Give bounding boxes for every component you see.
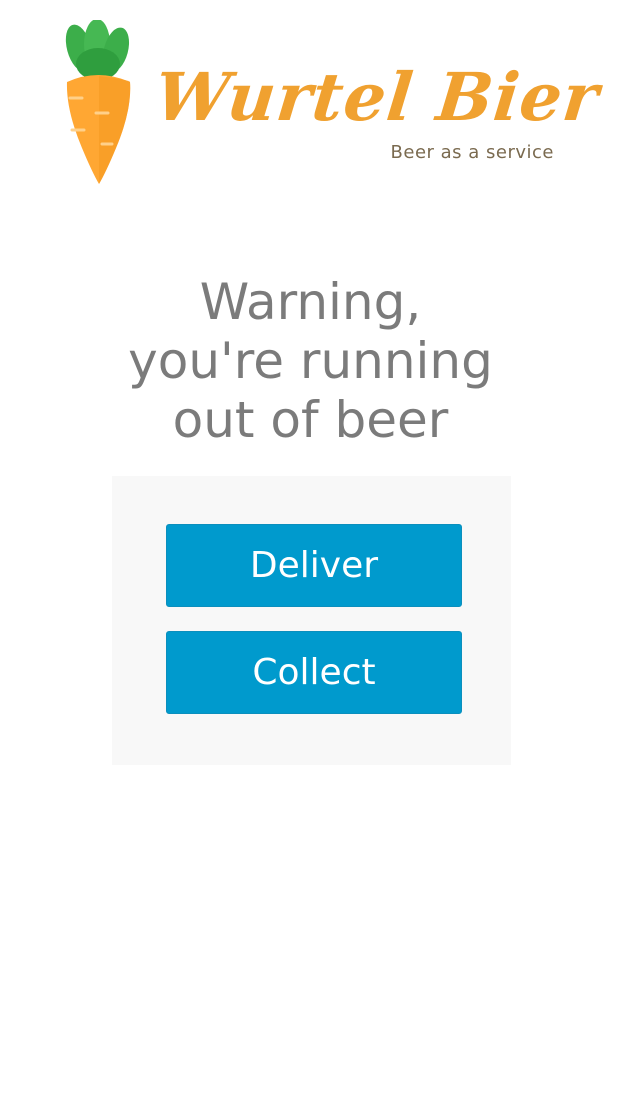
warning-line: you're running — [128, 332, 493, 390]
brand-tagline: Beer as a service — [390, 142, 554, 163]
brand-logo: Wurtel Bier Beer as a service — [60, 18, 603, 190]
warning-line: Warning, — [199, 273, 422, 331]
carrot-icon — [65, 20, 131, 184]
action-panel: Deliver Collect — [112, 476, 511, 765]
warning-line: out of beer — [172, 391, 449, 449]
warning-message: Warning, you're running out of beer — [0, 273, 621, 450]
deliver-button[interactable]: Deliver — [166, 524, 462, 607]
brand-name: Wurtel Bier — [151, 58, 603, 136]
collect-button[interactable]: Collect — [166, 631, 462, 714]
